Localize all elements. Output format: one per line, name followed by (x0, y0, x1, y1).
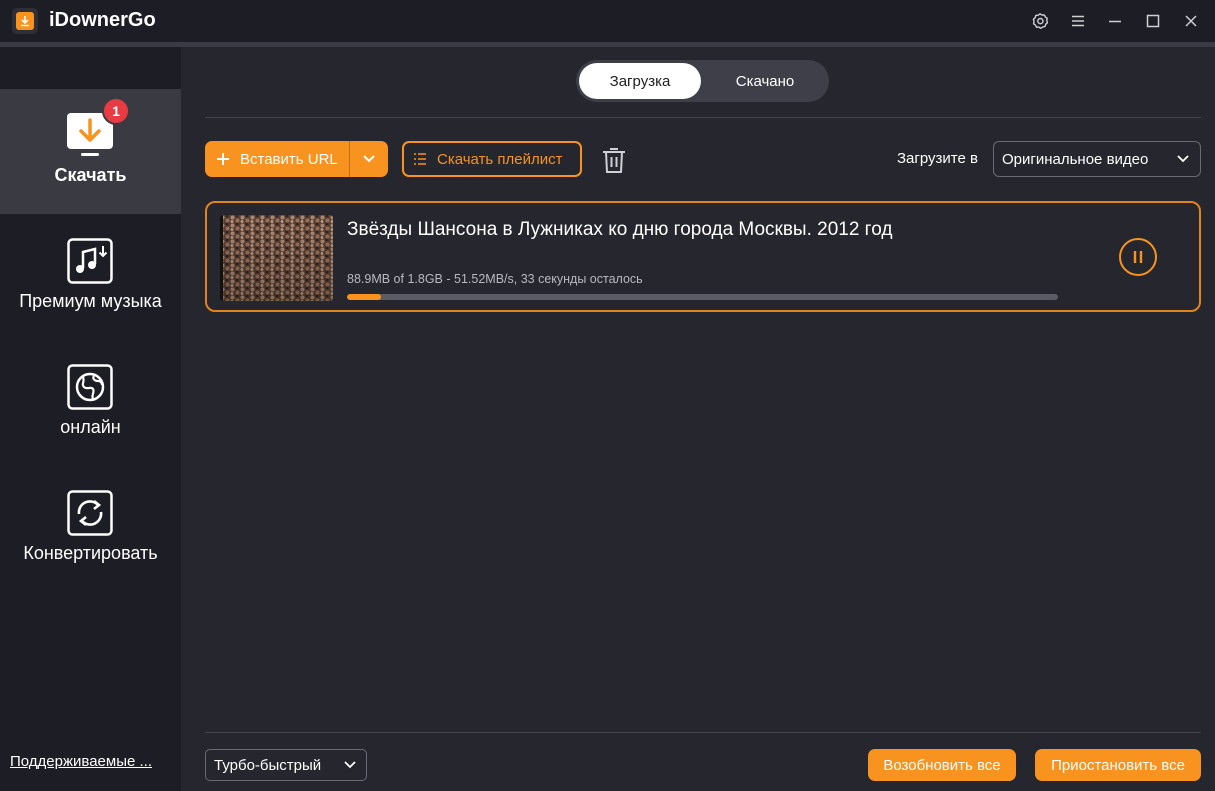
format-select-value: Оригинальное видео (1002, 150, 1149, 168)
plus-icon (217, 153, 229, 165)
music-download-icon (66, 237, 114, 285)
chevron-down-icon (363, 155, 375, 163)
chevron-down-icon (1177, 155, 1189, 163)
video-thumbnail (220, 215, 333, 301)
download-to-label: Загрузите в (897, 150, 978, 167)
paste-url-dropdown[interactable] (350, 141, 388, 177)
sidebar-item-online[interactable]: онлайн (0, 341, 181, 466)
globe-icon (66, 363, 114, 411)
sidebar-item-label: Конвертировать (23, 543, 158, 563)
format-select[interactable]: Оригинальное видео (993, 141, 1201, 177)
sidebar-item-premium-music[interactable]: Премиум музыка (0, 215, 181, 340)
title-bar: iDownerGo (0, 0, 1215, 47)
pause-button[interactable] (1119, 238, 1157, 276)
download-title: Звёзды Шансона в Лужниках ко дню города … (347, 219, 893, 240)
speed-select[interactable]: Турбо-быстрый (205, 749, 367, 781)
supported-sites-link[interactable]: Поддерживаемые ... (10, 753, 152, 770)
maximize-icon[interactable] (1140, 8, 1166, 34)
sidebar-item-download[interactable]: 1 Скачать (0, 89, 181, 214)
sidebar-item-label: онлайн (60, 417, 121, 437)
download-item: Звёзды Шансона в Лужниках ко дню города … (205, 201, 1201, 312)
trash-icon (603, 148, 625, 173)
notification-badge: 1 (102, 97, 130, 125)
paste-url-label: Вставить URL (240, 150, 338, 168)
settings-icon[interactable] (1027, 8, 1053, 34)
download-stats: 88.9MB of 1.8GB - 51.52MB/s, 33 секунды … (347, 272, 643, 286)
resume-all-button[interactable]: Возобновить все (868, 749, 1016, 781)
pause-icon (1133, 251, 1143, 263)
tab-switcher: Загрузка Скачано (576, 60, 829, 102)
delete-button[interactable] (598, 144, 630, 176)
convert-icon (66, 489, 114, 537)
sidebar-item-label: Скачать (54, 165, 127, 185)
app-title: iDownerGo (49, 9, 156, 31)
download-playlist-button[interactable]: Скачать плейлист (402, 141, 582, 177)
divider (205, 117, 1201, 118)
sidebar-item-label: Премиум музыка (19, 291, 162, 311)
download-arrow-icon (21, 16, 29, 27)
divider (205, 732, 1201, 733)
close-icon[interactable] (1178, 8, 1204, 34)
sidebar: 1 Скачать Премиум музыка онлайн Конверти… (0, 47, 181, 791)
minimize-icon[interactable] (1102, 8, 1128, 34)
menu-icon[interactable] (1065, 8, 1091, 34)
speed-select-value: Турбо-быстрый (214, 756, 322, 774)
progress-fill (347, 294, 382, 300)
pause-all-button[interactable]: Приостановить все (1035, 749, 1201, 781)
app-logo (12, 8, 38, 34)
download-playlist-label: Скачать плейлист (437, 150, 563, 168)
sidebar-item-convert[interactable]: Конвертировать (0, 467, 181, 592)
paste-url-button[interactable]: Вставить URL (205, 141, 388, 177)
playlist-icon (414, 153, 426, 165)
tab-downloading[interactable]: Загрузка (579, 63, 701, 99)
tab-downloaded[interactable]: Скачано (704, 63, 826, 99)
progress-bar (347, 294, 1058, 300)
chevron-down-icon (344, 761, 356, 769)
